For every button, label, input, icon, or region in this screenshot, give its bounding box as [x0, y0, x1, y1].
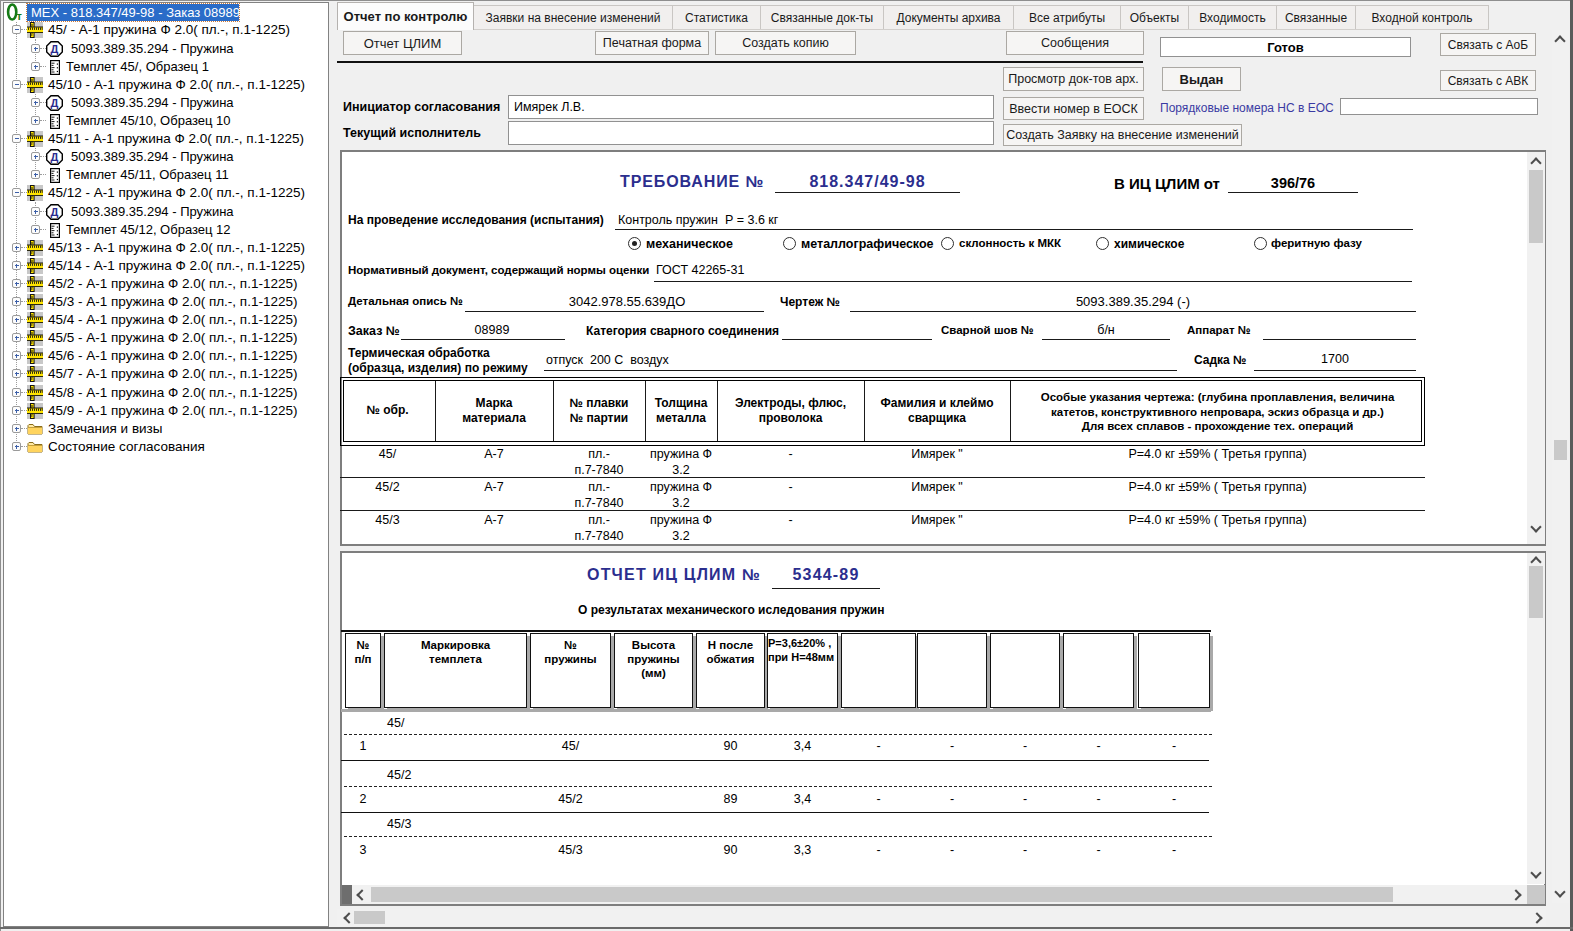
svg-text:т: т: [17, 10, 23, 22]
